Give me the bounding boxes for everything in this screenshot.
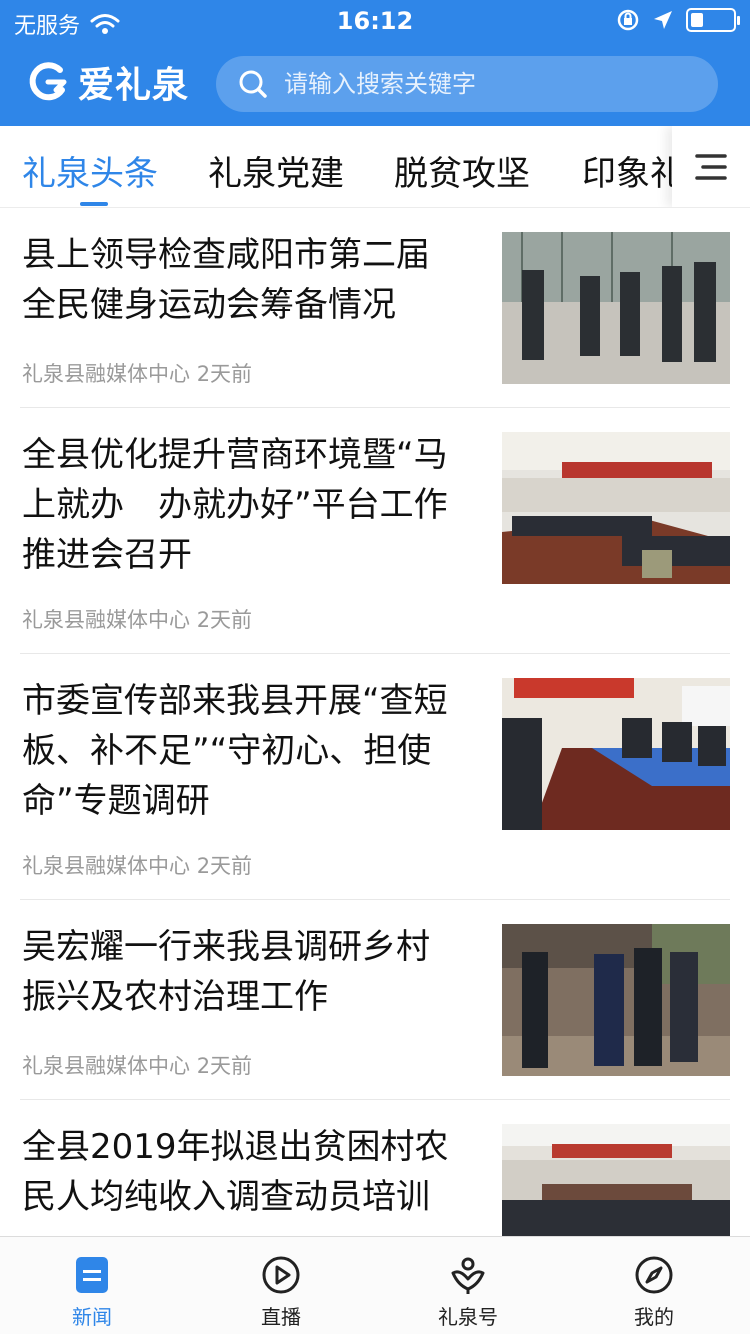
news-item[interactable]: 市委宣传部来我县开展“查短 板、补不足”“守初心、担使 命”专题调研 礼泉县融媒… xyxy=(0,654,750,900)
news-source: 礼泉县融媒体中心 xyxy=(22,1054,190,1078)
rotation-lock-icon xyxy=(617,9,639,31)
status-right-group xyxy=(616,8,740,32)
news-title-line: 上就办 办就办好”平台工作 xyxy=(22,485,448,525)
news-thumbnail xyxy=(502,1124,730,1236)
news-title-line: 板、补不足”“守初心、担使 xyxy=(22,731,432,771)
news-title-line: 推进会召开 xyxy=(22,535,192,575)
news-time: 2天前 xyxy=(196,608,253,632)
news-title-line: 吴宏耀一行来我县调研乡村 xyxy=(22,927,430,967)
brand[interactable]: 爱礼泉 xyxy=(26,56,189,108)
battery-icon xyxy=(686,8,740,32)
news-meta: 礼泉县融媒体中心 2天前 xyxy=(22,604,252,634)
news-source: 礼泉县融媒体中心 xyxy=(22,608,190,632)
news-meta: 礼泉县融媒体中心 2天前 xyxy=(22,358,252,388)
app-bar: 爱礼泉 xyxy=(0,42,750,126)
news-thumbnail xyxy=(502,432,730,584)
news-icon xyxy=(76,1257,108,1293)
bottom-tab-live[interactable]: 直播 xyxy=(221,1237,341,1334)
heart-person-icon xyxy=(451,1257,485,1294)
tab-lq-party[interactable]: 礼泉党建 xyxy=(208,146,344,195)
news-time: 2天前 xyxy=(196,854,253,878)
news-thumbnail xyxy=(502,232,730,384)
news-item[interactable]: 县上领导检查咸阳市第二届 全民健身运动会筹备情况 礼泉县融媒体中心 2天前 xyxy=(0,208,750,408)
news-source: 礼泉县融媒体中心 xyxy=(22,362,190,386)
tab-poverty[interactable]: 脱贫攻坚 xyxy=(394,146,530,195)
news-title-line: 市委宣传部来我县开展“查短 xyxy=(22,681,448,721)
bottom-tab-label: 礼泉号 xyxy=(438,1305,498,1329)
search-input[interactable] xyxy=(284,70,684,98)
news-item[interactable]: 全县优化提升营商环境暨“马 上就办 办就办好”平台工作 推进会召开 礼泉县融媒体… xyxy=(0,408,750,654)
news-title: 全县优化提升营商环境暨“马 上就办 办就办好”平台工作 推进会召开 xyxy=(22,430,482,580)
news-item[interactable]: 全县2019年拟退出贫困村农 民人均纯收入调查动员培训 xyxy=(0,1100,750,1236)
active-tab-indicator xyxy=(80,202,108,206)
news-thumbnail xyxy=(502,924,730,1076)
bottom-tab-news[interactable]: 新闻 xyxy=(32,1237,152,1334)
news-thumbnail xyxy=(502,678,730,830)
tab-menu-button[interactable] xyxy=(672,126,750,207)
news-time: 2天前 xyxy=(196,1054,253,1078)
search-icon xyxy=(239,70,267,98)
news-title: 县上领导检查咸阳市第二届 全民健身运动会筹备情况 xyxy=(22,230,482,330)
news-title-line: 全县优化提升营商环境暨“马 xyxy=(22,435,448,475)
compass-icon xyxy=(635,1256,673,1294)
news-meta: 礼泉县融媒体中心 2天前 xyxy=(22,1050,252,1080)
news-time: 2天前 xyxy=(196,362,253,386)
bottom-tab-label: 直播 xyxy=(261,1305,301,1329)
top-header: 无服务 16:12 爱礼泉 请输入搜索关键字 xyxy=(0,0,750,126)
status-bar: 无服务 16:12 xyxy=(0,0,750,42)
news-title-line: 县上领导检查咸阳市第二届 xyxy=(22,235,430,275)
news-meta: 礼泉县融媒体中心 2天前 xyxy=(22,850,252,880)
news-title-line: 振兴及农村治理工作 xyxy=(22,977,328,1017)
news-title-line: 命”专题调研 xyxy=(22,781,210,821)
bottom-tab-lq-accounts[interactable]: 礼泉号 xyxy=(408,1237,528,1334)
play-icon xyxy=(262,1256,300,1294)
news-title-line: 全民健身运动会筹备情况 xyxy=(22,285,396,325)
battery-level xyxy=(691,13,703,27)
news-title: 全县2019年拟退出贫困村农 民人均纯收入调查动员培训 xyxy=(22,1122,482,1222)
bottom-tab-label: 新闻 xyxy=(72,1305,112,1329)
news-title: 吴宏耀一行来我县调研乡村 振兴及农村治理工作 xyxy=(22,922,482,1022)
tab-lq-headlines[interactable]: 礼泉头条 xyxy=(22,146,158,195)
bottom-tab-bar: 新闻 直播 礼泉号 我的 xyxy=(0,1236,750,1334)
news-item[interactable]: 吴宏耀一行来我县调研乡村 振兴及农村治理工作 礼泉县融媒体中心 2天前 xyxy=(0,900,750,1100)
news-source: 礼泉县融媒体中心 xyxy=(22,854,190,878)
news-title-line: 全县2019年拟退出贫困村农 xyxy=(22,1127,449,1167)
menu-icon xyxy=(695,153,727,180)
category-tabs: 礼泉头条 礼泉党建 脱贫攻坚 印象礼泉 xyxy=(0,126,750,208)
app-logo-icon xyxy=(29,62,67,101)
location-icon xyxy=(654,11,672,29)
news-list: 县上领导检查咸阳市第二届 全民健身运动会筹备情况 礼泉县融媒体中心 2天前 全县… xyxy=(0,208,750,1236)
search-bar[interactable] xyxy=(216,56,718,112)
bottom-tab-mine[interactable]: 我的 xyxy=(594,1237,714,1334)
news-title-line: 民人均纯收入调查动员培训 xyxy=(22,1177,430,1217)
app-name: 爱礼泉 xyxy=(78,65,190,106)
news-title: 市委宣传部来我县开展“查短 板、补不足”“守初心、担使 命”专题调研 xyxy=(22,676,482,826)
bottom-tab-label: 我的 xyxy=(634,1305,674,1329)
